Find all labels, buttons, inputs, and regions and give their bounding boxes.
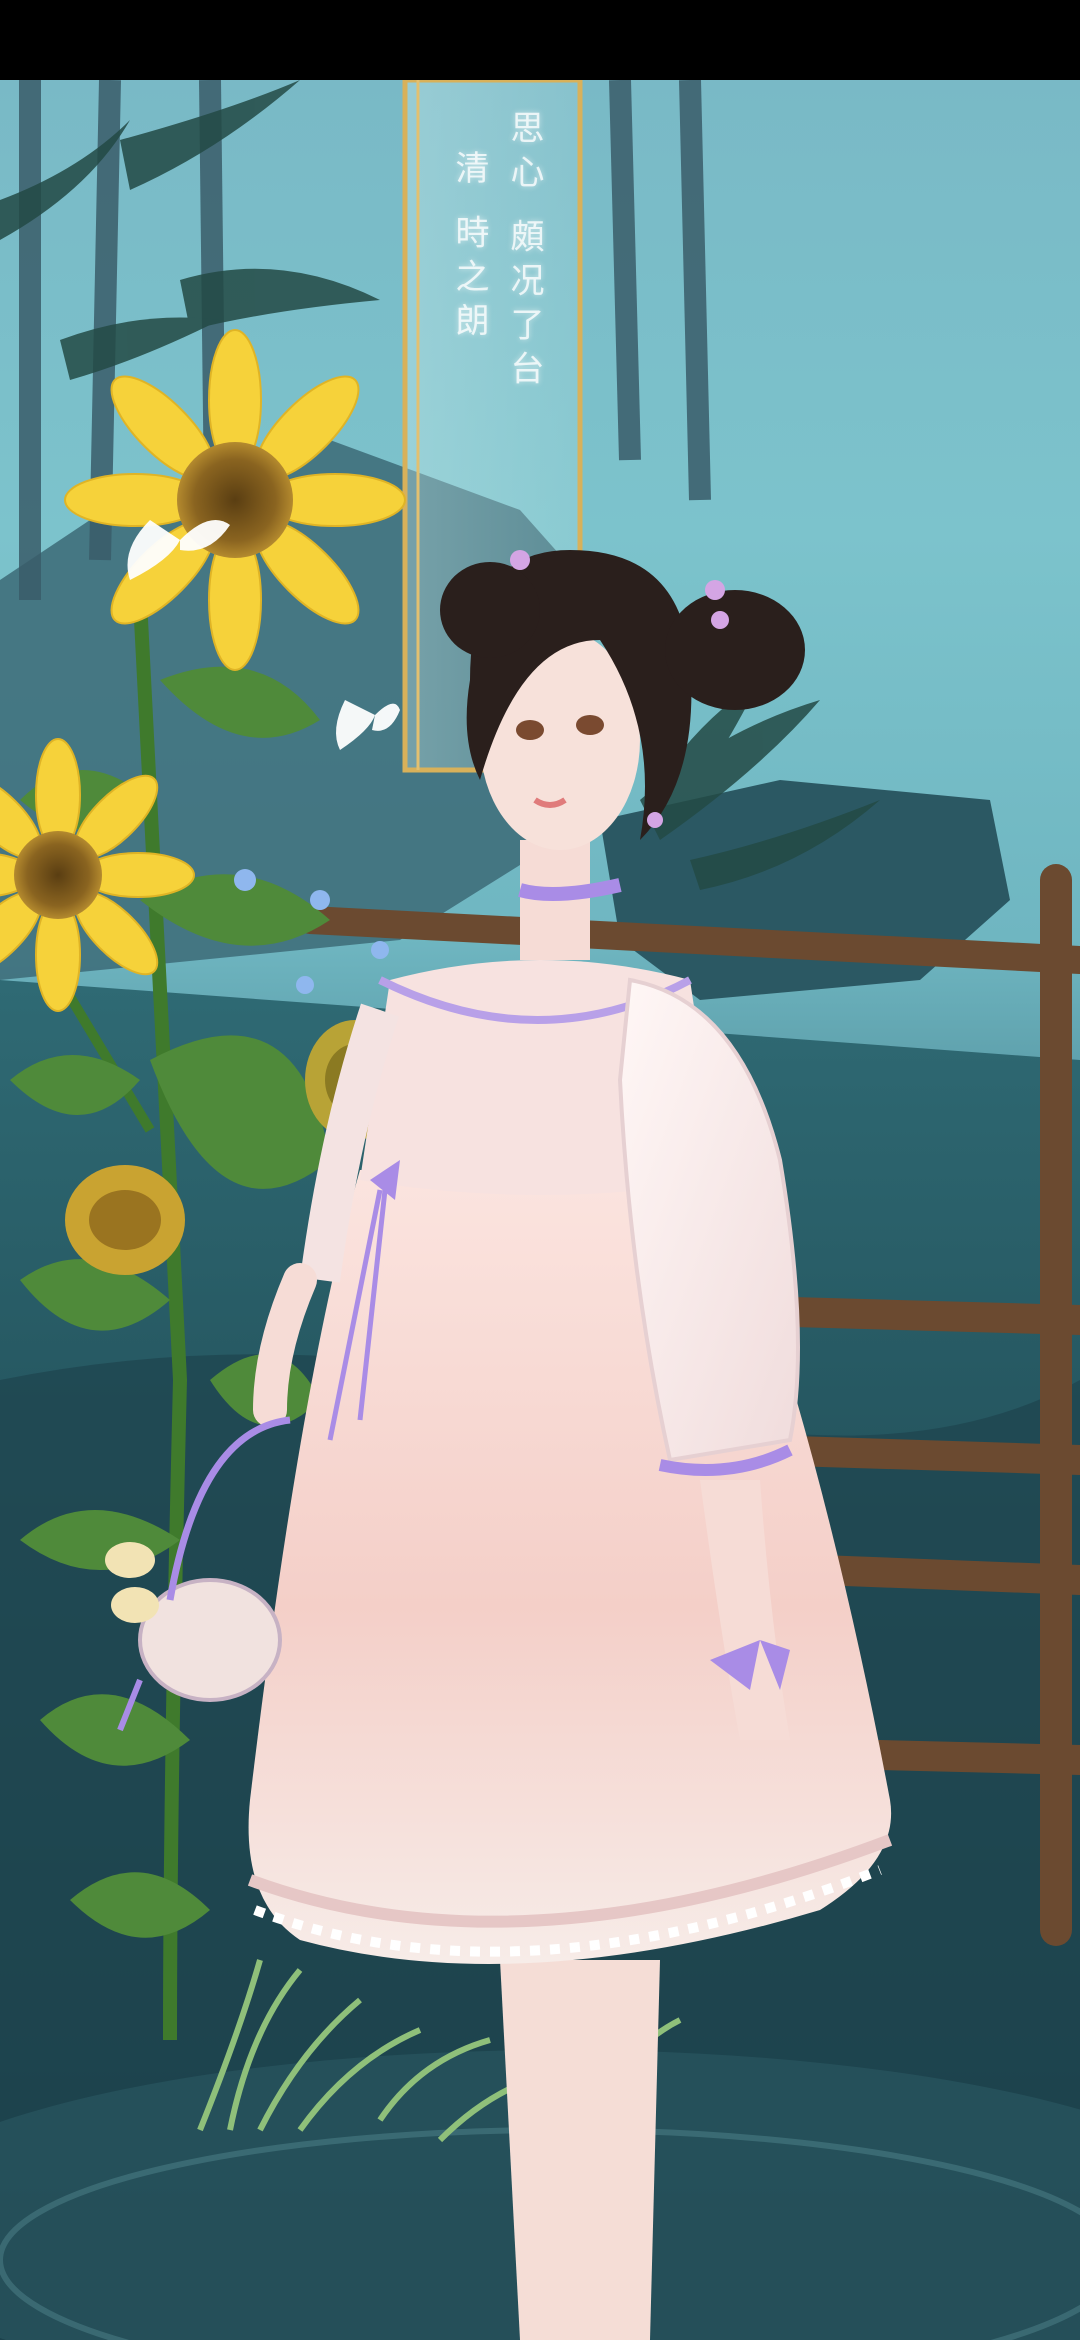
sunflower-large [64,329,406,671]
status-bar [0,0,1080,80]
scene-artwork [0,80,1080,2340]
sunflower-bud [65,1165,185,1275]
game-scene[interactable]: 思心 頗况了台 清 時之朗 [0,80,1080,2340]
game-screen: 思心 頗况了台 清 時之朗 [0,0,1080,2340]
